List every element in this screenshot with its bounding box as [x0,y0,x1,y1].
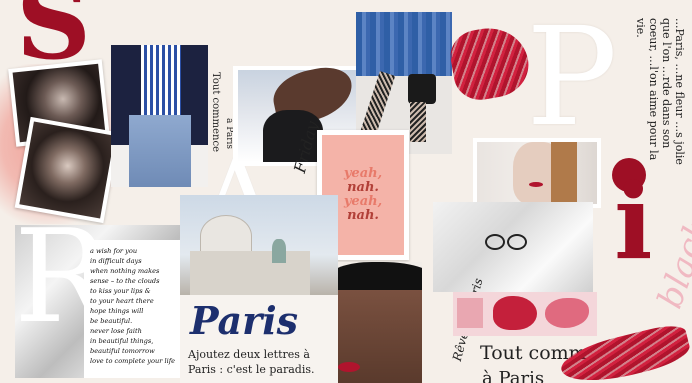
note-line: to kiss your lips & [90,287,151,295]
poster-line-2: nah. [347,180,379,195]
poster-line-4: nah. [347,208,379,223]
letter-s: S [16,0,92,83]
photo-jeans-blazer [111,45,208,187]
label-black-script: black [650,213,692,314]
moodboard: S Tout commence à Paris A Friday [0,0,692,383]
photo-sacre-coeur [180,195,338,295]
note-line: when nothing makes [90,267,160,275]
note-line: in difficult days [90,257,142,265]
note-line: sense – to the clouds [90,277,160,285]
note-line: a wish for you [90,247,138,255]
swatch-2 [545,298,589,328]
photo-sheets-glasses [433,202,593,292]
lipstick-smear-top [446,21,534,105]
swatch-1 [493,296,537,330]
poster-line-3: yeah, [343,194,383,209]
note-line: never lose faith [90,327,142,335]
note-line: to your heart there [90,297,154,305]
lipstick-swatches [453,292,597,336]
note-line: hope things will [90,307,144,315]
letter-i: i [614,164,650,273]
note-line: love to complete your life [90,357,176,365]
handwritten-note: a wish for you in difficult days when no… [84,240,182,378]
photo-woman-red-lips [473,138,601,208]
paris-title: Paris [190,298,299,343]
note-line: be beautiful. [90,317,133,325]
poster-line-1: yeah, [343,166,383,181]
right-vertical-text: ...Paris, …ne fleur …s jolie que l'on …r… [634,18,686,165]
photo-face-closeup [338,262,422,383]
glasses-icon [485,232,529,250]
note-line: in beautiful things, [90,337,154,345]
paris-card: Paris Ajoutez deux lettres à Paris : c'e… [180,295,338,383]
paris-caption: Ajoutez deux lettres à Paris : c'est le … [188,348,315,376]
note-line: beautiful tomorrow [90,347,155,355]
